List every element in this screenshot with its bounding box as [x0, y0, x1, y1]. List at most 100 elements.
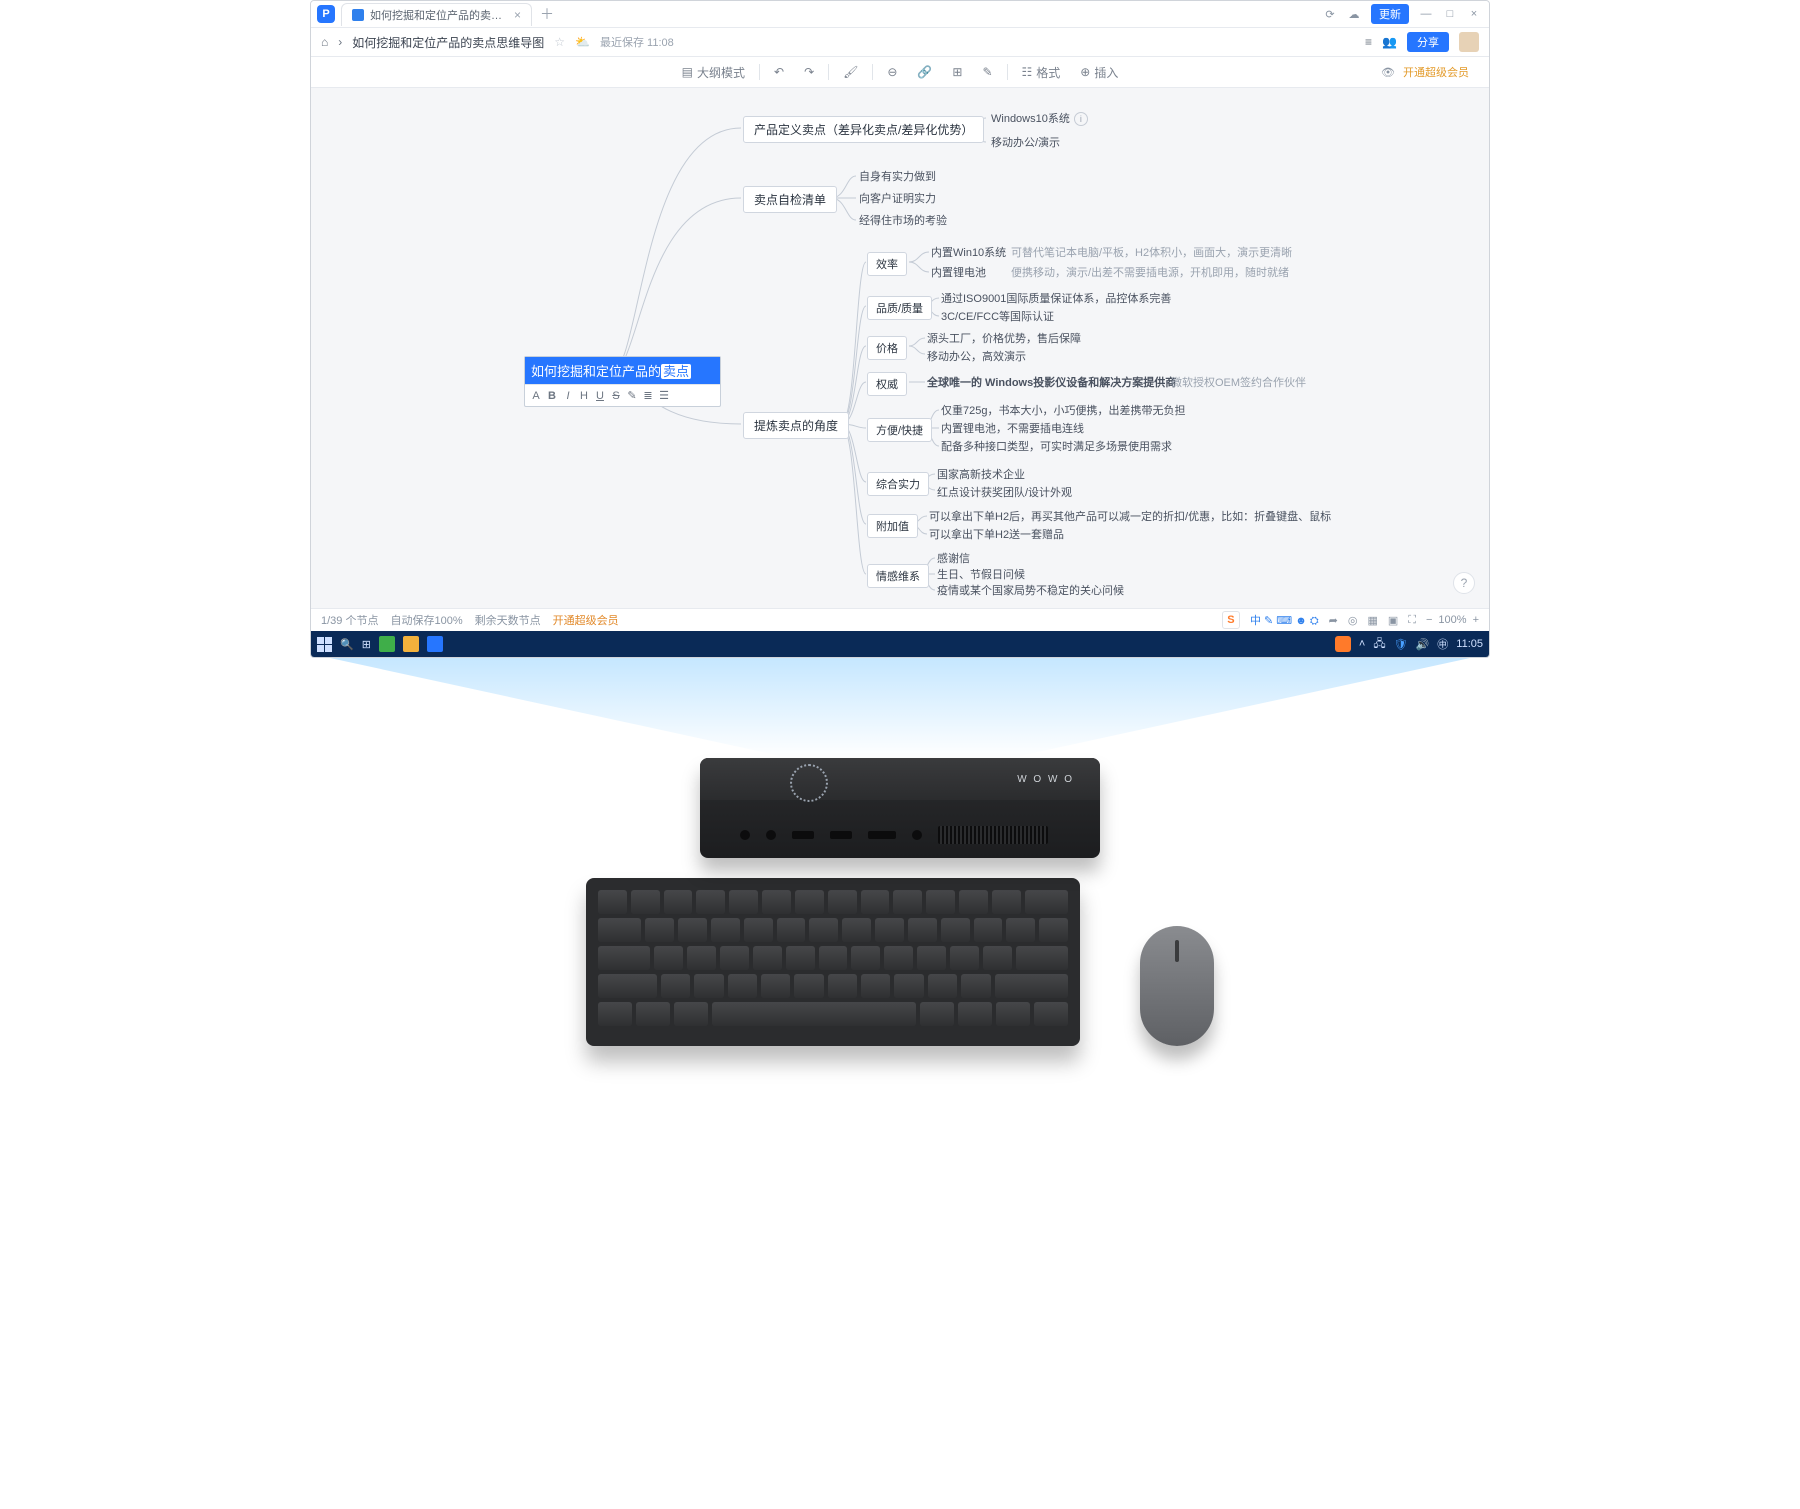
document-tab[interactable]: 如何挖掘和定位产品的卖… ×	[341, 3, 532, 26]
redo-icon[interactable]: ↷	[798, 62, 820, 82]
share-status-icon[interactable]: ➦	[1329, 614, 1338, 627]
font-color-button[interactable]: A	[531, 390, 541, 402]
leaf-prove-to-client[interactable]: 向客户证明实力	[859, 190, 936, 206]
leaf-self-capable[interactable]: 自身有实力做到	[859, 168, 936, 184]
leaf-discount[interactable]: 可以拿出下单H2后，再买其他产品可以减一定的折扣/优惠，比如：折叠键盘、鼠标	[929, 508, 1331, 524]
node-authority[interactable]: 权威	[867, 372, 907, 396]
ime-icon[interactable]: ㊥	[1437, 636, 1448, 652]
leaf-builtin-battery[interactable]: 内置锂电池	[931, 264, 986, 280]
leaf-factory-price[interactable]: 源头工厂，价格优势，售后保障	[927, 330, 1081, 346]
star-icon[interactable]: ☆	[554, 35, 565, 49]
cloud-sync-icon[interactable]: ⛅	[575, 35, 590, 49]
leaf-gift[interactable]: 可以拿出下单H2送一套赠品	[929, 526, 1064, 542]
node-product-definition[interactable]: 产品定义卖点（差异化卖点/差异化优势）	[743, 116, 984, 143]
node-strength[interactable]: 综合实力	[867, 472, 929, 496]
close-tab-icon[interactable]: ×	[514, 8, 521, 22]
italic-button[interactable]: I	[563, 390, 573, 402]
vent-icon	[938, 826, 1048, 844]
task-view-icon[interactable]: ⊞	[362, 638, 371, 651]
share-button[interactable]: 分享	[1407, 32, 1449, 52]
outline-mode-button[interactable]: ▤ 大纲模式	[676, 61, 751, 84]
sogou-tray-icon[interactable]	[1335, 636, 1351, 652]
explorer-icon[interactable]	[403, 636, 419, 652]
info-icon[interactable]: i	[1074, 112, 1088, 126]
bold-button[interactable]: B	[547, 390, 557, 402]
root-node-text[interactable]: 如何挖掘和定位产品的卖点	[525, 357, 720, 384]
layout-icon[interactable]: ▦	[1367, 614, 1377, 627]
node-emotion[interactable]: 情感维系	[867, 564, 929, 588]
leaf-builtin-win10[interactable]: 内置Win10系统	[931, 244, 1006, 260]
theme-icon[interactable]: ▣	[1388, 614, 1398, 627]
upgrade-hint[interactable]: 开通超级会员	[553, 612, 619, 628]
pen-icon[interactable]: ✎	[627, 389, 637, 402]
wechat-icon[interactable]	[379, 636, 395, 652]
node-addon[interactable]: 附加值	[867, 514, 918, 538]
preview-icon[interactable]: 👁	[1381, 66, 1395, 79]
highlight-button[interactable]: H	[579, 390, 589, 402]
close-window-icon[interactable]: ×	[1467, 8, 1481, 20]
sogou-ime-icon[interactable]: S	[1222, 611, 1240, 629]
mindmap-canvas[interactable]: 如何挖掘和定位产品的卖点 A B I H U S ✎ ≣ ☰ 产品定义卖点（差异…	[311, 88, 1489, 608]
network-icon[interactable]: 🖧	[1373, 635, 1385, 654]
cloud-icon[interactable]: ☁	[1347, 8, 1361, 21]
leaf-mobile-demo[interactable]: 移动办公，高效演示	[927, 348, 1026, 364]
underline-button[interactable]: U	[595, 390, 605, 402]
root-node-editor[interactable]: 如何挖掘和定位产品的卖点 A B I H U S ✎ ≣ ☰	[524, 356, 721, 407]
leaf-win10[interactable]: Windows10系统i	[991, 110, 1088, 126]
tray-up-icon[interactable]: ˄	[1359, 638, 1365, 650]
leaf-global-only[interactable]: 全球唯一的 Windows投影仪设备和解决方案提供商	[927, 374, 1176, 390]
update-button[interactable]: 更新	[1371, 4, 1409, 24]
ordered-list-icon[interactable]: ☰	[659, 389, 669, 402]
edit-icon[interactable]: ✎	[976, 62, 998, 82]
leaf-ports[interactable]: 配备多种接口类型，可实时满足多场景使用需求	[941, 438, 1172, 454]
menu-icon[interactable]: ≡	[1365, 35, 1372, 49]
node-checklist[interactable]: 卖点自检清单	[743, 186, 837, 213]
leaf-no-cable[interactable]: 内置锂电池，不需要插电连线	[941, 420, 1084, 436]
leaf-iso9001[interactable]: 通过ISO9001国际质量保证体系，品控体系完善	[941, 290, 1171, 306]
ime-tools-icon[interactable]: 中 ✎ ⌨ ☻ ⛭	[1250, 612, 1319, 628]
list-icon[interactable]: ≣	[643, 389, 653, 402]
security-icon[interactable]: 🛡	[1394, 638, 1408, 651]
format-paint-icon[interactable]: 🖌	[837, 62, 864, 82]
link-icon[interactable]: 🔗	[911, 62, 938, 82]
maximize-icon[interactable]: □	[1443, 8, 1457, 20]
leaf-care[interactable]: 疫情或某个国家局势不稳定的关心问候	[937, 582, 1124, 598]
node-convenience[interactable]: 方便/快捷	[867, 418, 932, 442]
leaf-mobile-office[interactable]: 移动办公/演示	[991, 134, 1060, 150]
zoom-in-button[interactable]: +	[1473, 614, 1479, 626]
help-icon[interactable]: ?	[1453, 572, 1475, 594]
minimize-icon[interactable]: —	[1419, 8, 1433, 20]
zoom-out-button[interactable]: −	[1426, 614, 1432, 626]
new-tab-button[interactable]: ＋	[540, 4, 554, 24]
avatar[interactable]	[1459, 32, 1479, 52]
leaf-greetings[interactable]: 生日、节假日问候	[937, 566, 1025, 582]
collab-icon[interactable]: 👥	[1382, 35, 1397, 49]
leaf-market-test[interactable]: 经得住市场的考验	[859, 212, 947, 228]
start-button[interactable]	[317, 637, 332, 652]
insert-menu[interactable]: ⊕ 插入	[1074, 61, 1124, 84]
leaf-reddot[interactable]: 红点设计获奖团队/设计外观	[937, 484, 1072, 500]
leaf-hightech[interactable]: 国家高新技术企业	[937, 466, 1025, 482]
node-quality[interactable]: 品质/质量	[867, 296, 932, 320]
app-logo-icon[interactable]: P	[317, 5, 335, 23]
node-angles[interactable]: 提炼卖点的角度	[743, 412, 849, 439]
leaf-725g[interactable]: 仅重725g，书本大小，小巧便携，出差携带无负担	[941, 402, 1185, 418]
node-icon[interactable]: ⊖	[881, 62, 903, 82]
clock-text[interactable]: 11:05	[1456, 638, 1483, 650]
node-price[interactable]: 价格	[867, 336, 907, 360]
volume-icon[interactable]: 🔊	[1416, 638, 1430, 651]
topic-icon[interactable]: ⊞	[946, 62, 968, 82]
upgrade-link[interactable]: 开通超级会员	[1403, 64, 1469, 80]
undo-icon[interactable]: ↶	[768, 62, 790, 82]
fullscreen-icon[interactable]: ⛶	[1408, 614, 1416, 627]
target-icon[interactable]: ◎	[1348, 614, 1358, 627]
home-icon[interactable]: ⌂	[321, 35, 328, 49]
leaf-thankyou[interactable]: 感谢信	[937, 550, 970, 566]
leaf-cert[interactable]: 3C/CE/FCC等国际认证	[941, 308, 1054, 324]
node-efficiency[interactable]: 效率	[867, 252, 907, 276]
format-menu[interactable]: ☷ 格式	[1016, 61, 1067, 84]
app-taskbar-icon[interactable]	[427, 636, 443, 652]
strike-button[interactable]: S	[611, 390, 621, 402]
sync-icon[interactable]: ⟳	[1323, 8, 1337, 21]
search-icon[interactable]: 🔍	[340, 638, 354, 651]
